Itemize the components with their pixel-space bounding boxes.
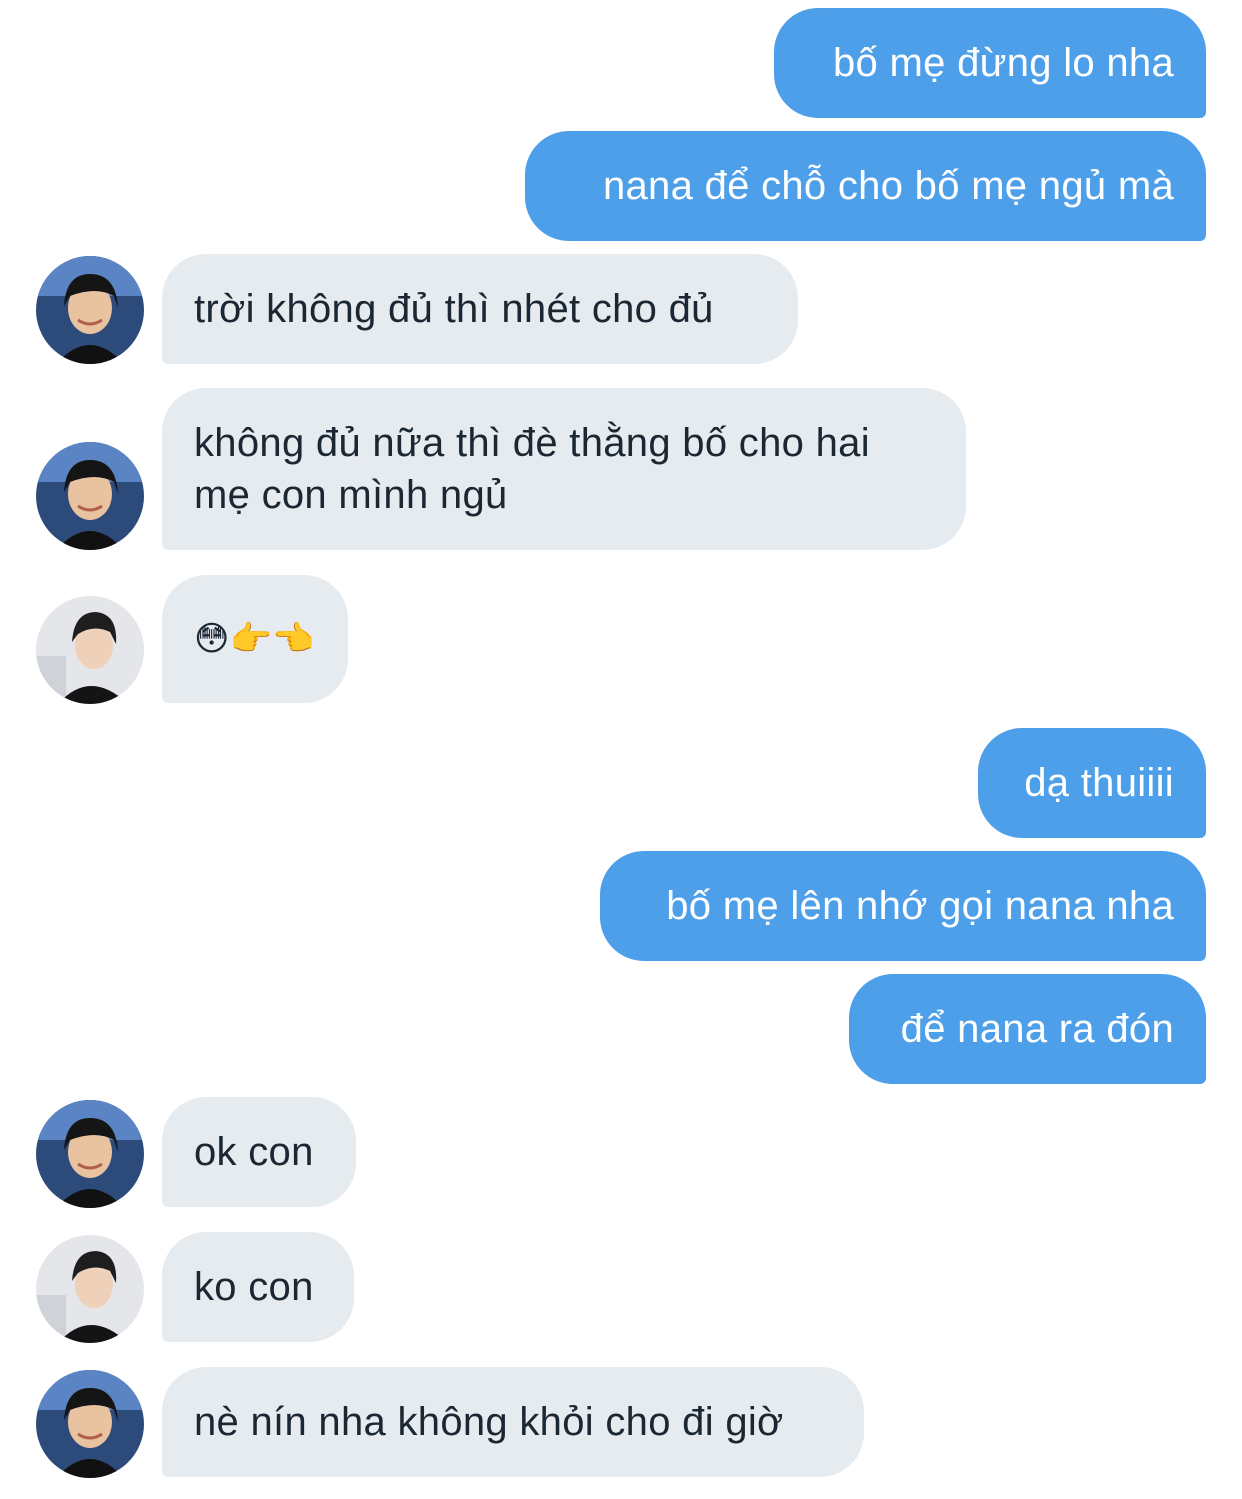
incoming-message[interactable]: không đủ nữa thì đè thằng bố cho hai mẹ … <box>162 388 966 550</box>
incoming-message[interactable]: trời không đủ thì nhét cho đủ <box>162 254 798 364</box>
message-text: bố mẹ đừng lo nha <box>833 41 1174 85</box>
message-text: ko con <box>194 1265 314 1309</box>
message-text: để nana ra đón <box>900 1007 1174 1051</box>
incoming-message[interactable]: nè nín nha không khỏi cho đi giờ <box>162 1367 864 1477</box>
avatar[interactable] <box>36 1100 144 1208</box>
avatar-b-image <box>36 1235 144 1343</box>
avatar[interactable] <box>36 256 144 364</box>
avatar[interactable] <box>36 1370 144 1478</box>
message-emoji: 😳👉👈 <box>194 620 316 658</box>
message-text: nè nín nha không khỏi cho đi giờ <box>194 1400 784 1444</box>
avatar-a-image <box>36 256 144 364</box>
incoming-message[interactable]: ko con <box>162 1232 354 1342</box>
avatar-a-image <box>36 1370 144 1478</box>
message-text-line-2: mẹ con mình ngủ <box>194 473 508 517</box>
outgoing-message[interactable]: bố mẹ đừng lo nha <box>774 8 1206 118</box>
avatar-a-image <box>36 1100 144 1208</box>
avatar[interactable] <box>36 1235 144 1343</box>
message-text: ok con <box>194 1130 314 1174</box>
message-text: dạ thuiiii <box>1024 761 1174 805</box>
avatar[interactable] <box>36 442 144 550</box>
incoming-message[interactable]: ok con <box>162 1097 356 1207</box>
incoming-message[interactable]: 😳👉👈 <box>162 575 348 703</box>
outgoing-message[interactable]: dạ thuiiii <box>978 728 1206 838</box>
message-text-line-1: không đủ nữa thì đè thằng bố cho hai <box>194 421 870 465</box>
chat-thread: bố mẹ đừng lo nha nana để chỗ cho bố mẹ … <box>0 0 1242 1499</box>
avatar-b-image <box>36 596 144 704</box>
avatar[interactable] <box>36 596 144 704</box>
message-text: bố mẹ lên nhớ gọi nana nha <box>666 884 1174 928</box>
message-text: trời không đủ thì nhét cho đủ <box>194 287 714 331</box>
avatar-a-image <box>36 442 144 550</box>
outgoing-message[interactable]: để nana ra đón <box>849 974 1206 1084</box>
outgoing-message[interactable]: nana để chỗ cho bố mẹ ngủ mà <box>525 131 1206 241</box>
outgoing-message[interactable]: bố mẹ lên nhớ gọi nana nha <box>600 851 1206 961</box>
message-text: nana để chỗ cho bố mẹ ngủ mà <box>602 164 1174 208</box>
